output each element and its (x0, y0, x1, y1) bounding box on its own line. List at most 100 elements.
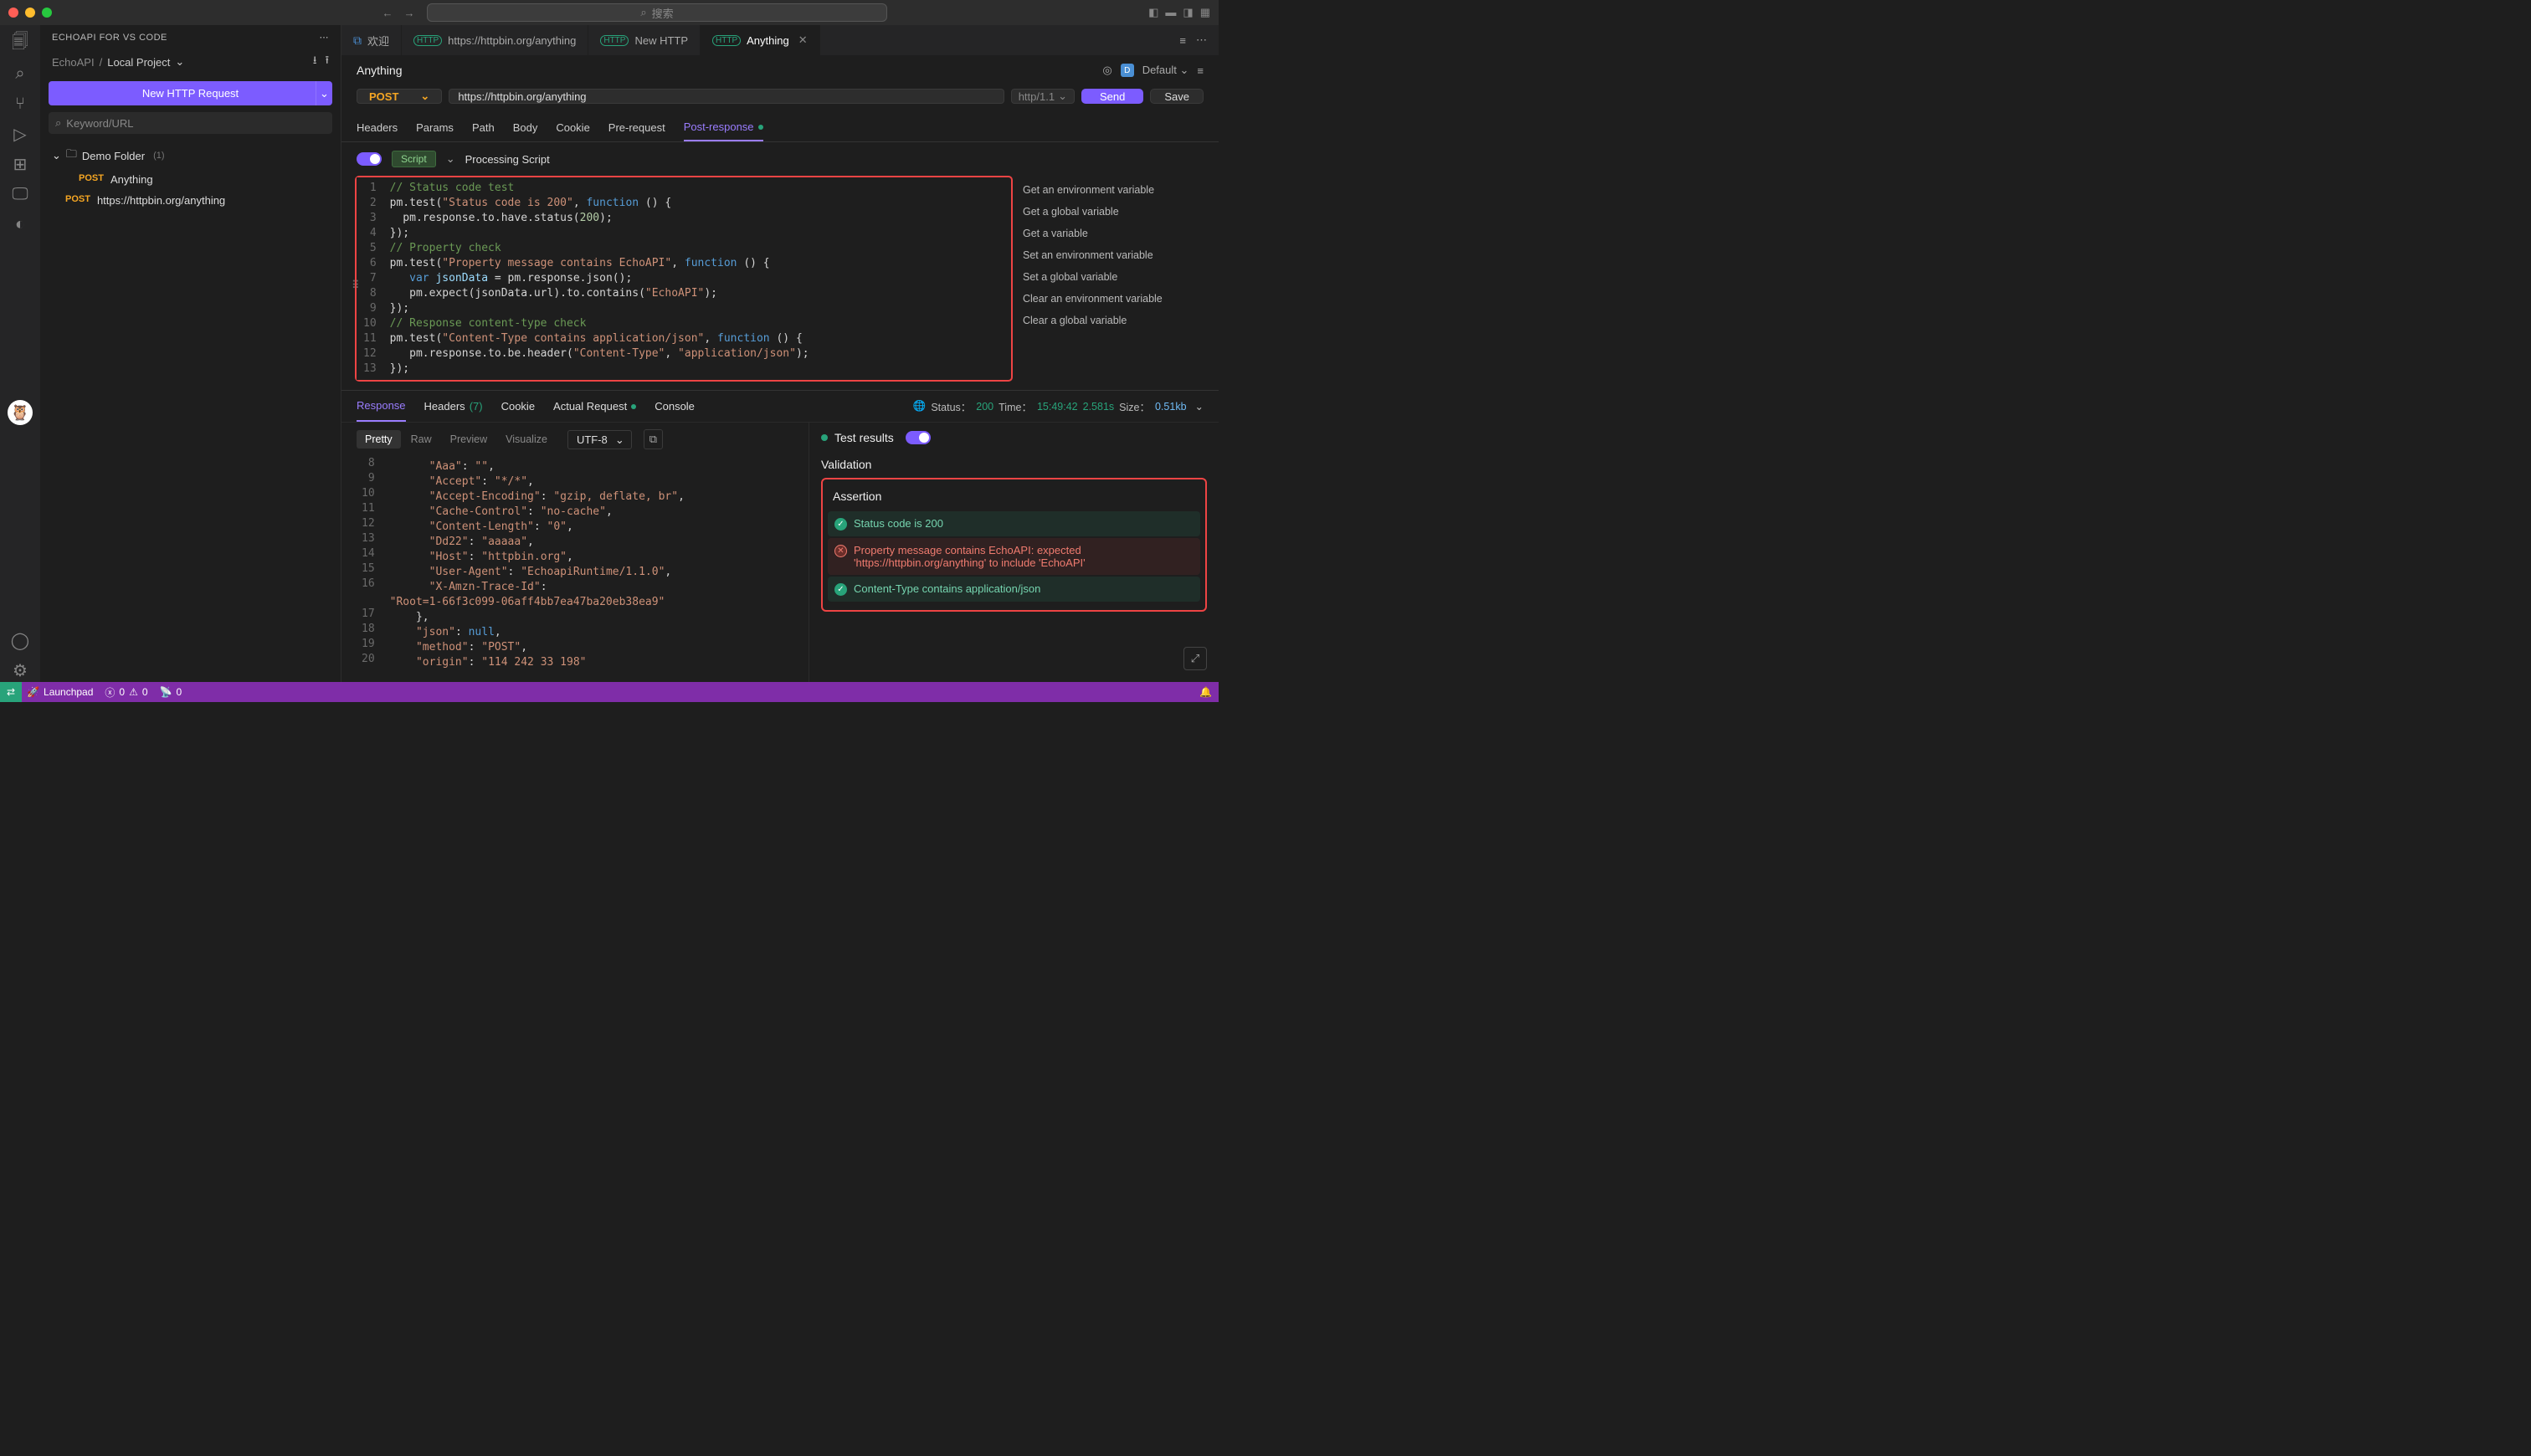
save-button[interactable]: Save (1150, 89, 1204, 104)
nav-forward-icon[interactable]: → (400, 7, 418, 19)
editor-tab[interactable]: HTTPhttps://httpbin.org/anything (402, 25, 588, 55)
new-http-request-button[interactable]: New HTTP Request ⌄ (49, 81, 332, 105)
request-item[interactable]: POSTAnything (45, 169, 336, 190)
panel-bottom-icon[interactable]: ▬ (1165, 6, 1176, 19)
response-tab-console[interactable]: Console (655, 392, 695, 421)
expand-panel-icon[interactable]: ⤢ (1183, 647, 1207, 670)
explorer-icon[interactable]: 🗐 (8, 32, 32, 55)
snippet-item[interactable]: Get a variable (1019, 223, 1199, 244)
chevron-down-icon: ⌄ (52, 149, 61, 162)
settings-icon[interactable]: ≡ (1197, 64, 1204, 77)
notifications-icon[interactable]: 🔔 (1199, 686, 1212, 698)
activity-bar: 🗐 ⌕ ⑂ ▷ ⊞ 🖵 ◐ 🦉 ◯ ⚙ (0, 25, 40, 682)
script-dropdown-icon[interactable]: ⌄ (446, 152, 455, 166)
panel-left-icon[interactable]: ◧ (1148, 6, 1158, 19)
project-breadcrumb[interactable]: EchoAPI / Local Project ⌄ ⭳ ⭱ (40, 49, 341, 79)
request-item[interactable]: POSThttps://httpbin.org/anything (45, 190, 336, 211)
request-tab-params[interactable]: Params (416, 114, 454, 141)
panel-right-icon[interactable]: ◨ (1183, 6, 1193, 19)
other-icon[interactable]: ◐ (8, 213, 32, 236)
chevron-down-icon[interactable]: ⌄ (1195, 400, 1204, 413)
tab-more-icon[interactable]: ⋯ (1196, 33, 1207, 47)
request-tab-cookie[interactable]: Cookie (556, 114, 589, 141)
remote-icon[interactable]: 🖵 (8, 182, 32, 206)
problems-button[interactable]: ⓧ 0 ⚠ 0 (105, 685, 147, 700)
nav-back-icon[interactable]: ← (378, 7, 397, 19)
request-tab-body[interactable]: Body (513, 114, 538, 141)
response-body[interactable]: 891011121314151617181920 "Aaa": "", "Acc… (341, 456, 809, 682)
copy-response-icon[interactable]: ⧉ (644, 429, 663, 449)
request-tree: ⌄ 🗀 Demo Folder (1) POSTAnythingPOSThttp… (40, 141, 341, 213)
test-results-toggle[interactable] (906, 431, 931, 444)
sidebar-title: ECHOAPI FOR VS CODE (52, 33, 167, 43)
run-debug-icon[interactable]: ▷ (8, 122, 32, 146)
request-tab-pre-request[interactable]: Pre-request (608, 114, 665, 141)
folder-icon: 🗀 (66, 146, 77, 165)
view-raw[interactable]: Raw (403, 430, 440, 449)
cloud-upload-icon[interactable]: ⭱ (325, 53, 329, 71)
view-pretty[interactable]: Pretty (357, 430, 401, 449)
source-control-icon[interactable]: ⑂ (8, 92, 32, 115)
assertion-row: ✓Status code is 200 (828, 511, 1200, 536)
cloud-download-icon[interactable]: ⭳ (313, 53, 317, 71)
search-icon: ⌕ (55, 116, 61, 130)
launchpad-button[interactable]: 🚀 Launchpad (27, 686, 93, 698)
response-tab-actual[interactable]: Actual Request (553, 392, 636, 421)
status-dot-icon (631, 404, 636, 409)
env-select[interactable]: Default ⌄ (1142, 64, 1189, 77)
request-tab-post-response[interactable]: Post-response (684, 114, 763, 141)
remote-indicator[interactable]: ⇄ (0, 682, 22, 702)
new-request-dropdown-icon[interactable]: ⌄ (316, 81, 332, 105)
modified-dot-icon (758, 125, 763, 130)
response-tab-cookie[interactable]: Cookie (501, 392, 535, 421)
account-icon[interactable]: ◯ (8, 628, 32, 652)
minimize-window[interactable] (25, 8, 35, 18)
snippet-item[interactable]: Get an environment variable (1019, 179, 1199, 201)
response-tab-headers[interactable]: Headers (7) (424, 392, 483, 421)
send-button[interactable]: Send (1081, 89, 1143, 104)
view-preview[interactable]: Preview (442, 430, 495, 449)
protocol-select[interactable]: http/1.1⌄ (1011, 89, 1075, 104)
search-icon[interactable]: ⌕ (8, 62, 32, 85)
snippet-item[interactable]: Get a global variable (1019, 201, 1199, 223)
settings-gear-icon[interactable]: ⚙ (8, 659, 32, 682)
folder-row[interactable]: ⌄ 🗀 Demo Folder (1) (45, 142, 336, 169)
target-icon[interactable]: ◎ (1102, 64, 1111, 77)
assertion-title: Assertion (828, 486, 1200, 510)
encoding-select[interactable]: UTF-8 (567, 430, 632, 449)
snippet-item[interactable]: Set a global variable (1019, 266, 1199, 288)
tab-list-icon[interactable]: ≡ (1179, 34, 1186, 47)
drag-handle-icon[interactable]: ⠿ (352, 279, 360, 292)
globe-icon: 🌐 (913, 400, 927, 413)
editor-tab[interactable]: HTTPNew HTTP (588, 25, 701, 55)
response-tab-response[interactable]: Response (357, 391, 406, 422)
close-window[interactable] (8, 8, 18, 18)
editor-tab[interactable]: ⧉欢迎 (341, 25, 402, 55)
ports-button[interactable]: 📡 0 (160, 686, 182, 698)
snippet-item[interactable]: Clear a global variable (1019, 310, 1199, 331)
script-editor[interactable]: 12345678910111213 // Status code testpm.… (355, 176, 1013, 382)
layout-grid-icon[interactable]: ▦ (1200, 6, 1210, 19)
extensions-icon[interactable]: ⊞ (8, 152, 32, 176)
chevron-down-icon: ⌄ (1058, 90, 1067, 103)
command-search[interactable]: ⌕ 搜索 (427, 3, 887, 22)
request-tab-headers[interactable]: Headers (357, 114, 398, 141)
folder-count: (1) (153, 151, 164, 161)
snippet-item[interactable]: Clear an environment variable (1019, 288, 1199, 310)
maximize-window[interactable] (42, 8, 52, 18)
sidebar-more-icon[interactable]: ⋯ (320, 32, 330, 43)
url-input[interactable]: https://httpbin.org/anything (449, 89, 1004, 104)
chevron-down-icon: ⌄ (175, 55, 184, 69)
script-enable-toggle[interactable] (357, 152, 382, 166)
request-tab-path[interactable]: Path (472, 114, 495, 141)
folder-name: Demo Folder (82, 150, 145, 162)
echoapi-icon[interactable]: 🦉 (8, 400, 33, 425)
view-visualize[interactable]: Visualize (497, 430, 556, 449)
assertion-row: ✕Property message contains EchoAPI: expe… (828, 538, 1200, 575)
close-tab-icon[interactable]: ✕ (798, 33, 808, 47)
method-select[interactable]: POST⌄ (357, 89, 442, 104)
sidebar-search[interactable]: ⌕ Keyword/URL (49, 112, 332, 134)
snippet-item[interactable]: Set an environment variable (1019, 244, 1199, 266)
editor-tabs: ⧉欢迎HTTPhttps://httpbin.org/anythingHTTPN… (341, 25, 1219, 55)
editor-tab[interactable]: HTTPAnything✕ (701, 25, 820, 55)
